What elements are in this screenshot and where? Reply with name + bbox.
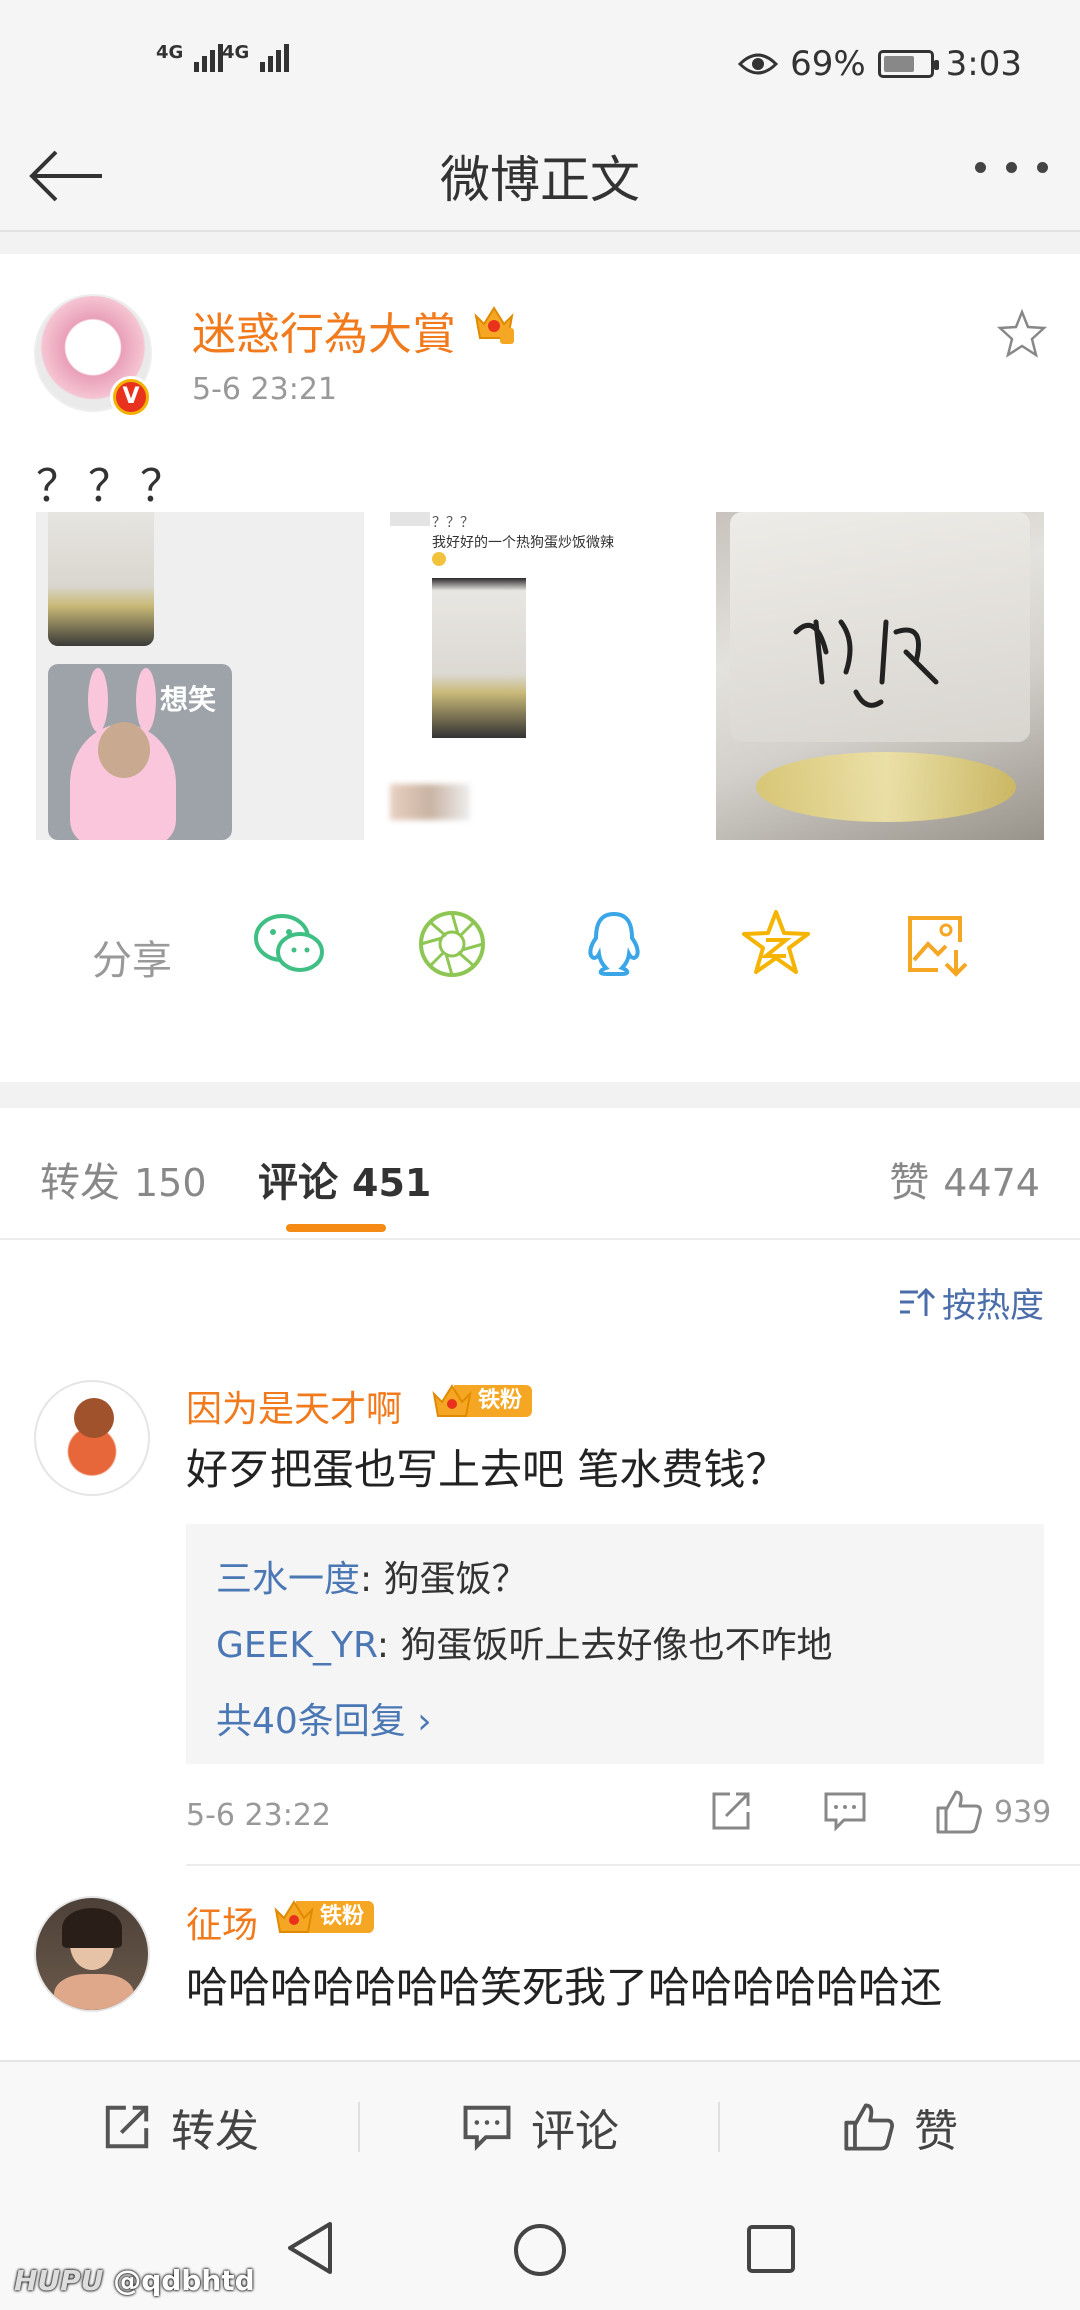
reply-preview[interactable]: 三水一度: 狗蛋饭？ GEEK_YR: 狗蛋饭听上去好像也不咋地 共40条回复 … (186, 1524, 1044, 1764)
sticker-text: 想笑 (160, 683, 217, 716)
like-button[interactable]: 赞 (720, 2062, 1080, 2192)
crown-badge-icon (432, 1384, 472, 1417)
post-author-name[interactable]: 迷惑行為大賞 (192, 298, 456, 362)
system-recents-icon[interactable] (744, 2222, 798, 2276)
save-image-icon[interactable] (900, 906, 976, 982)
status-right: 69% 3:03 (738, 44, 1022, 84)
like-comment-button[interactable]: 939 (934, 1788, 1051, 1836)
clock: 3:03 (945, 44, 1022, 84)
battery-percent: 69% (790, 44, 866, 84)
tab-likes[interactable]: 赞 4474 (889, 1150, 1040, 1208)
more-options-icon[interactable] (975, 162, 1048, 173)
fan-badge: 铁粉 (432, 1382, 533, 1420)
commenter-name[interactable]: 因为是天才啊 (186, 1380, 402, 1432)
commenter-name[interactable]: 征场 (186, 1896, 258, 1948)
more-replies-link[interactable]: 共40条回复 › (216, 1692, 432, 1744)
member-crown-icon (474, 306, 514, 344)
fan-badge: 铁粉 (274, 1898, 375, 1936)
eye-icon (738, 53, 779, 75)
comment-divider (186, 1864, 1080, 1866)
post-image-2[interactable]: ？？？ 我好好的一个热狗蛋炒饭微辣 (376, 512, 704, 840)
crown-badge-icon (274, 1900, 314, 1933)
post-image-3[interactable] (716, 512, 1044, 840)
bottom-action-bar: 转发 评论 赞 (0, 2060, 1080, 2190)
thumbs-up-icon (936, 1790, 982, 1834)
comment-icon (463, 2105, 511, 2151)
comment-text: 好歹把蛋也写上去吧 笔水费钱？ (186, 1445, 788, 1494)
sort-button[interactable]: 按热度 (898, 1278, 1044, 1327)
active-tab-indicator (286, 1224, 386, 1232)
reply-comment-icon[interactable] (822, 1788, 868, 1834)
system-navigation-bar: HUPU @qdbhtd (0, 2190, 1080, 2310)
repost-comment-icon[interactable] (708, 1788, 754, 1834)
sticker-image: 想笑 (48, 664, 232, 840)
tab-comments[interactable]: 评论 451 (258, 1150, 431, 1208)
share-label: 分享 (92, 938, 172, 984)
screenshot-caption-1: ？？？ (432, 515, 474, 531)
wechat-icon[interactable] (252, 906, 328, 982)
system-home-icon[interactable] (510, 2220, 570, 2280)
moments-icon[interactable] (414, 906, 490, 982)
comment-button[interactable]: 评论 (360, 2062, 720, 2192)
commenter-avatar[interactable] (34, 1380, 150, 1496)
post-time: 5-6 23:21 (192, 372, 337, 407)
thumbs-up-icon (844, 2103, 894, 2151)
comment-like-count: 939 (994, 1794, 1052, 1830)
reply-item: GEEK_YR: 狗蛋饭听上去好像也不咋地 (216, 1625, 833, 1666)
qzone-star-icon[interactable] (738, 906, 814, 982)
comment-time: 5-6 23:22 (186, 1798, 331, 1833)
commenter-avatar[interactable] (34, 1896, 150, 2012)
status-bar: 4G 4G 69% 3:03 (0, 0, 1080, 120)
system-back-icon[interactable] (282, 2218, 338, 2278)
qq-icon[interactable] (576, 906, 652, 982)
image-thumbnail (48, 512, 154, 646)
post-image-1[interactable]: 想笑 (36, 512, 364, 840)
verified-badge-icon: V (110, 376, 152, 418)
favorite-star-icon[interactable] (996, 308, 1048, 360)
post-card: V 迷惑行為大賞 5-6 23:21 ？？？ 想笑 ？？？ 我好好的一个热狗蛋炒… (0, 254, 1080, 1082)
signal-icon-sim1: 4G (156, 42, 228, 72)
screenshot-caption-2: 我好好的一个热狗蛋炒饭微辣 (432, 535, 614, 551)
chevron-right-icon: › (417, 1701, 432, 1742)
tab-reposts[interactable]: 转发 150 (40, 1150, 207, 1208)
nav-bar: 微博正文 (0, 120, 1080, 232)
page-title: 微博正文 (440, 151, 640, 209)
screenshot-photo (432, 578, 526, 738)
post-text: ？？？ (36, 461, 192, 512)
comment-text: 哈哈哈哈哈哈哈笑死我了哈哈哈哈哈哈还 (186, 1963, 943, 2012)
post-tabs: 转发 150 评论 451 赞 4474 (0, 1108, 1080, 1240)
sort-icon (900, 1287, 936, 1316)
signal-icon-sim2: 4G (222, 42, 294, 72)
repost-icon (105, 2105, 149, 2149)
section-divider (0, 1082, 1080, 1108)
watermark: HUPU @qdbhtd (14, 2264, 255, 2297)
battery-icon (877, 50, 939, 78)
reply-item: 三水一度: 狗蛋饭？ (216, 1559, 528, 1600)
repost-button[interactable]: 转发 (0, 2062, 360, 2192)
comment-list: 按热度 因为是天才啊 铁粉 好歹把蛋也写上去吧 笔水费钱？ 三水一度: 狗蛋饭？… (0, 1240, 1080, 2060)
